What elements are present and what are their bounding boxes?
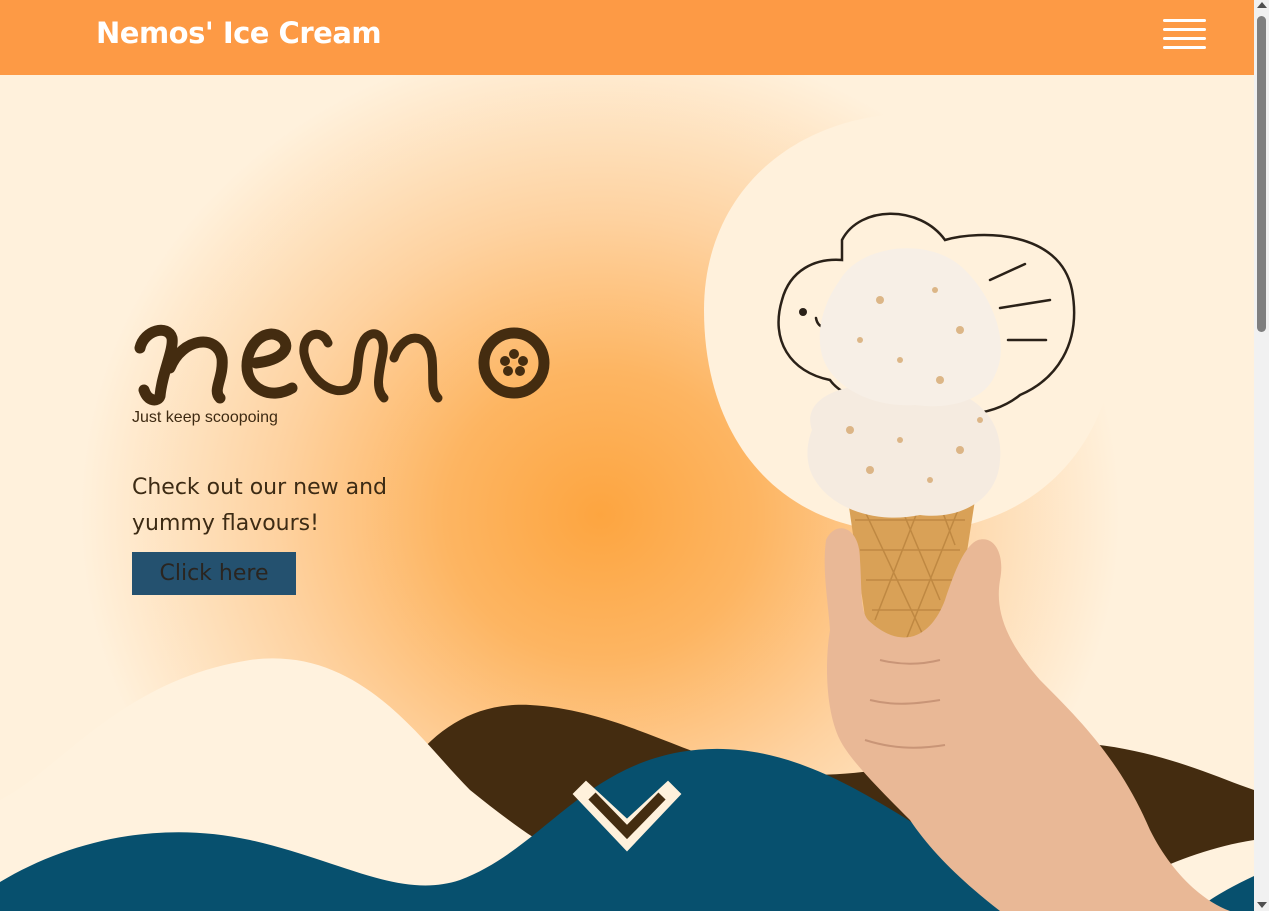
scroll-down-arrow-icon[interactable] bbox=[1257, 902, 1267, 908]
navbar: Nemos' Ice Cream bbox=[0, 0, 1254, 75]
scrollbar-thumb[interactable] bbox=[1257, 16, 1266, 332]
page: nemo Just keep scoopoing Check out our n… bbox=[0, 0, 1254, 911]
scroll-up-arrow-icon[interactable] bbox=[1257, 2, 1267, 8]
chevron-down-icon[interactable] bbox=[566, 776, 688, 858]
brand-title[interactable]: Nemos' Ice Cream bbox=[96, 16, 382, 50]
hamburger-menu-icon[interactable] bbox=[1163, 19, 1207, 51]
vertical-scrollbar[interactable] bbox=[1254, 0, 1269, 911]
